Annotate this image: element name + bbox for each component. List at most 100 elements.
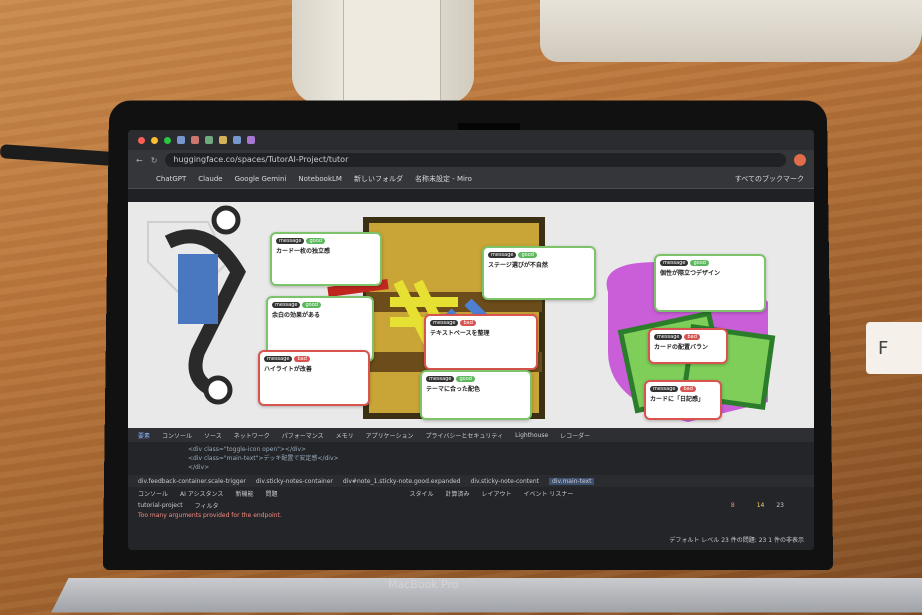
sticky-title: 個性が際立つデザイン xyxy=(660,270,721,277)
keyboard-deck xyxy=(51,578,922,613)
issues-link[interactable]: 23 件の問題: 23 xyxy=(721,537,766,544)
web-page: message good カード一枚の独立感 message good ステージ選び… xyxy=(128,202,814,428)
close-dot[interactable] xyxy=(138,136,145,144)
tab-elements[interactable]: 要素 xyxy=(138,431,150,440)
tab-memory[interactable]: メモリ xyxy=(336,431,354,440)
bookmark-item[interactable]: 名称未設定 - Miro xyxy=(415,174,472,184)
sticky-note[interactable]: message good ステージ選びが不自然 xyxy=(482,246,596,300)
bad-chip: bad xyxy=(684,334,700,340)
desk-card-letter: F xyxy=(878,338,889,359)
reload-icon[interactable]: ↻ xyxy=(151,156,158,165)
tab-application[interactable]: アプリケーション xyxy=(366,431,414,440)
sticky-title: 余白の効果がある xyxy=(272,312,321,319)
dom-tree: <div class="toggle-icon open"></div> <di… xyxy=(128,442,814,475)
message-chip: message xyxy=(650,386,679,392)
tab-console[interactable]: コンソール xyxy=(162,431,192,440)
bookmark-item[interactable]: 新しいフォルダ xyxy=(354,174,403,184)
bookmark-item[interactable]: ChatGPT xyxy=(156,175,186,183)
all-bookmarks[interactable]: すべてのブックマーク xyxy=(735,174,804,184)
sticky-title: カード一枚の独立感 xyxy=(276,248,331,255)
sticky-note[interactable]: message good 個性が際立つデザイン xyxy=(654,254,766,312)
layout-tab[interactable]: レイアウト xyxy=(482,489,512,498)
message-chip: message xyxy=(430,320,459,326)
crumb-item[interactable]: div.feedback-container.scale-trigger xyxy=(138,478,246,485)
blue-block xyxy=(178,254,218,324)
back-icon[interactable]: ← xyxy=(136,156,143,165)
tab-whatsnew[interactable]: 新機能 xyxy=(235,489,253,498)
laptop-brand: MacBook Pro xyxy=(388,578,459,591)
bookmark-item[interactable]: Claude xyxy=(198,175,222,183)
sticky-title: テキストベースを整理 xyxy=(430,330,490,337)
console-toolbar: tutorial-project フィルタ 8 14 23 xyxy=(128,499,814,511)
message-chip: message xyxy=(276,238,305,244)
sticky-note[interactable]: message good カード一枚の独立感 xyxy=(270,232,382,286)
sticky-note[interactable]: message bad カードに「日記感」 xyxy=(644,380,722,420)
url-field[interactable]: huggingface.co/spaces/TutorAI-Project/tu… xyxy=(165,153,786,167)
message-chip: message xyxy=(264,356,293,362)
tab-privacy[interactable]: プライバシーとセキュリティ xyxy=(426,431,504,440)
code-line[interactable]: <div class="main-text">デッキ配置で安定感</div> xyxy=(188,454,754,463)
bad-chip: bad xyxy=(680,386,696,392)
style-tab[interactable]: スタイル xyxy=(409,489,433,498)
crumb-item[interactable]: div.main-text xyxy=(548,477,595,485)
tab-issues[interactable]: 問題 xyxy=(265,489,277,498)
devtools-panel: 要素 コンソール ソース ネットワーク パフォーマンス メモリ アプリケーション… xyxy=(128,428,814,550)
computed-tab[interactable]: 計算済み xyxy=(445,489,469,498)
warning-count: 14 xyxy=(756,501,765,509)
context-select[interactable]: tutorial-project xyxy=(138,502,183,509)
tab-favicon[interactable] xyxy=(233,136,241,144)
tab-favicon[interactable] xyxy=(205,136,213,144)
console-error: Too many arguments provided for the endp… xyxy=(138,512,282,519)
console-status: デフォルト レベル 23 件の問題: 23 1 件の非表示 xyxy=(669,535,804,544)
code-line[interactable]: </div> xyxy=(188,463,754,472)
tab-lighthouse[interactable]: Lighthouse xyxy=(515,432,548,439)
crumb-item[interactable]: div.sticky-notes-container xyxy=(256,478,333,485)
devtools-tabs: 要素 コンソール ソース ネットワーク パフォーマンス メモリ アプリケーション… xyxy=(128,428,814,442)
tab-recorder[interactable]: レコーダー xyxy=(560,431,590,440)
sticky-note[interactable]: message good テーマに合った配色 xyxy=(420,370,532,420)
minimize-dot[interactable] xyxy=(151,136,158,144)
sticky-title: ステージ選びが不自然 xyxy=(488,262,548,269)
message-chip: message xyxy=(488,252,517,258)
sticky-title: テーマに合った配色 xyxy=(426,386,481,393)
bookmarks-bar: ChatGPT Claude Google Gemini NotebookLM … xyxy=(128,170,814,189)
tab-network[interactable]: ネットワーク xyxy=(234,431,270,440)
tab-performance[interactable]: パフォーマンス xyxy=(282,431,324,440)
crumb-item[interactable]: div.sticky-note-content xyxy=(471,478,539,485)
bookmark-item[interactable]: NotebookLM xyxy=(298,175,342,183)
sticky-note[interactable]: message bad カードの配置バラン xyxy=(648,328,728,364)
bookmark-item[interactable]: Google Gemini xyxy=(235,175,287,183)
tab-console-drawer[interactable]: コンソール xyxy=(138,489,168,498)
desk-card: F xyxy=(866,322,922,374)
zoom-dot[interactable] xyxy=(164,136,171,144)
hidden-count: 1 件の非表示 xyxy=(768,537,804,544)
crumb-item[interactable]: div#note_1.sticky-note.good.expanded xyxy=(343,478,461,485)
bad-chip: bad xyxy=(460,320,476,326)
console-drawer-tabs: コンソール AI アシスタンス 新機能 問題 スタイル 計算済み レイアウト イ… xyxy=(128,487,814,499)
sticky-note[interactable]: message bad テキストベースを整理 xyxy=(424,314,538,370)
good-chip: good xyxy=(456,376,475,382)
tab-favicon[interactable] xyxy=(247,136,255,144)
laptop-screen: ← ↻ huggingface.co/spaces/TutorAI-Projec… xyxy=(128,130,814,550)
sticky-note[interactable]: message bad ハイライトが改善 xyxy=(258,350,370,406)
bad-chip: bad xyxy=(294,356,310,362)
tab-favicon[interactable] xyxy=(219,136,227,144)
level-select[interactable]: デフォルト レベル xyxy=(669,537,719,544)
tab-ai[interactable]: AI アシスタンス xyxy=(180,489,223,498)
listeners-tab[interactable]: イベント リスナー xyxy=(524,489,574,498)
issue-count: 23 xyxy=(776,501,784,509)
message-chip: message xyxy=(272,302,301,308)
tab-favicon[interactable] xyxy=(177,136,185,144)
lamp-box xyxy=(540,0,922,62)
code-line[interactable]: <div class="toggle-icon open"></div> xyxy=(188,445,754,454)
tab-sources[interactable]: ソース xyxy=(204,431,222,440)
filter-input[interactable]: フィルタ xyxy=(195,501,219,510)
bottle-label xyxy=(343,0,441,100)
message-chip: message xyxy=(654,334,683,340)
sticky-title: ハイライトが改善 xyxy=(264,366,312,373)
profile-avatar[interactable] xyxy=(794,154,806,166)
message-chip: message xyxy=(426,376,455,382)
photo-scene: F ← ↻ huggingface.co/spaces/TutorAI-Proj… xyxy=(0,0,922,615)
ring xyxy=(203,375,233,405)
tab-favicon[interactable] xyxy=(191,136,199,144)
